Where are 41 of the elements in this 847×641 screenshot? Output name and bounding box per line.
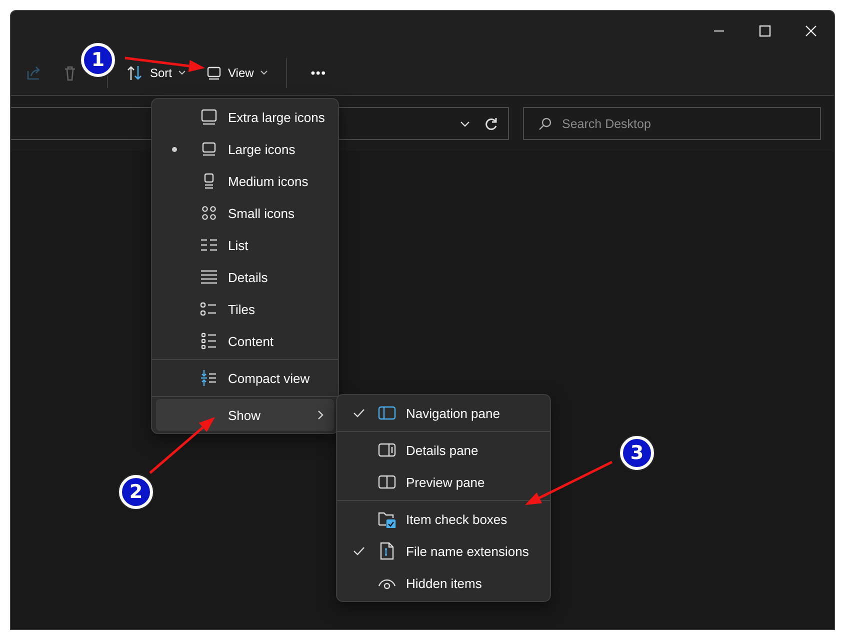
menu-item[interactable]: Item check boxes [341, 503, 546, 535]
menu-item[interactable]: Preview pane [341, 466, 546, 498]
menu-item[interactable]: Tiles [156, 293, 334, 325]
menu-item[interactable]: Navigation pane [341, 397, 546, 429]
details-icon [199, 268, 219, 286]
arrow [149, 417, 215, 474]
checkmark-icon [353, 408, 365, 418]
pane-icon [377, 441, 397, 459]
checkmark-icon [353, 546, 365, 556]
search-field[interactable]: Search Desktop [523, 107, 821, 140]
caret-icon [178, 70, 186, 75]
monitor-icon [206, 66, 222, 80]
dropdown-icon[interactable] [460, 120, 470, 126]
menu-item[interactable]: Extra large icons [156, 101, 334, 133]
menu-item[interactable]: Small icons [156, 197, 334, 229]
menu-item[interactable]: Large icons [156, 133, 334, 165]
sort-button[interactable]: Sort [118, 56, 194, 88]
compact-icon [199, 369, 219, 387]
menu-item[interactable]: Hidden items [341, 567, 546, 599]
refresh-icon[interactable] [484, 116, 498, 130]
pane-icon [377, 404, 397, 422]
menu-item[interactable]: Show [156, 399, 334, 431]
menu-item[interactable]: List [156, 229, 334, 261]
menu-item[interactable]: File name extensions [341, 535, 546, 567]
chevron-icon [317, 410, 324, 420]
monitor-icon [199, 108, 219, 126]
menu-item[interactable]: Medium icons [156, 165, 334, 197]
menu-item[interactable]: Details pane [341, 434, 546, 466]
tiles-icon [199, 300, 219, 318]
view-button[interactable]: View [198, 56, 276, 88]
folder-checkbox-icon [377, 510, 397, 528]
menu-item[interactable]: Details [156, 261, 334, 293]
menu-item[interactable]: Content [156, 325, 334, 357]
pane-icon [377, 473, 397, 491]
more-button[interactable]: ••• [302, 56, 334, 88]
content-icon [199, 332, 219, 350]
search-icon [538, 116, 552, 130]
sort-icon [126, 64, 144, 80]
menu-item[interactable]: Compact view [156, 362, 334, 394]
caret-icon [260, 70, 268, 75]
grid-icon [199, 204, 219, 222]
